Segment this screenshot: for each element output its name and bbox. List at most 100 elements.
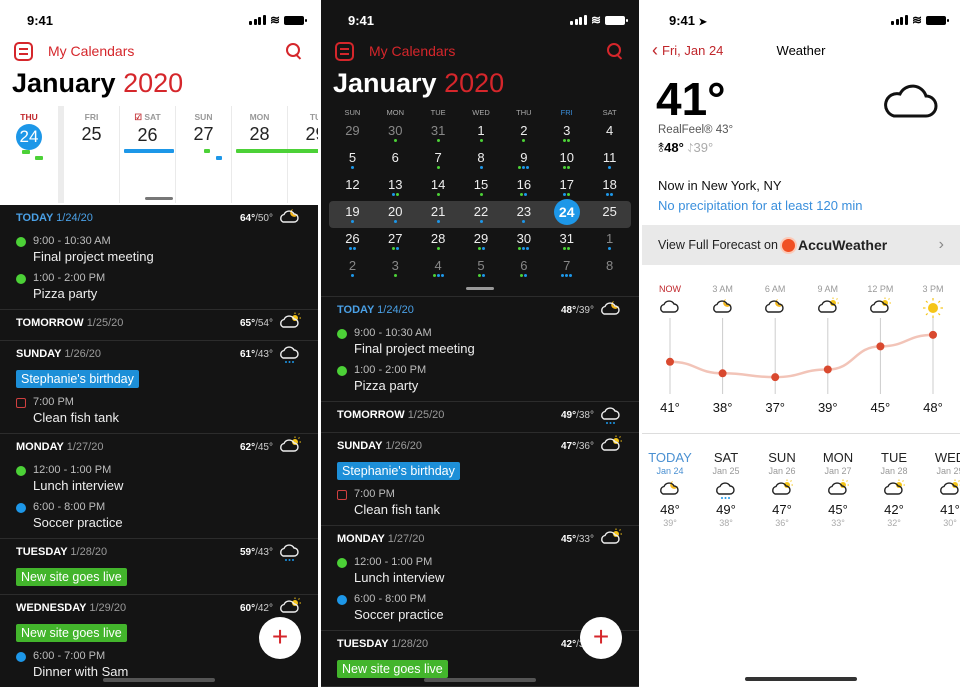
drag-handle[interactable]: [466, 287, 494, 290]
month-day-cell[interactable]: 5: [331, 149, 374, 176]
month-day-cell[interactable]: 1: [460, 122, 503, 149]
month-day-cell[interactable]: 4: [417, 257, 460, 284]
month-day-cell[interactable]: 8: [588, 257, 631, 284]
full-forecast-link[interactable]: View Full Forecast on AccuWeather ›: [642, 225, 960, 265]
all-day-event[interactable]: New site goes live: [16, 568, 127, 586]
month-day-cell[interactable]: 28: [417, 230, 460, 257]
week-day-fri[interactable]: FRI 25: [64, 106, 120, 203]
event-item[interactable]: 6:00 - 8:00 PM Soccer practice: [16, 501, 318, 530]
hourly-column[interactable]: 3 PM: [907, 284, 959, 318]
daily-column[interactable]: WEDJan 29 41°30°: [922, 450, 960, 528]
event-item[interactable]: 12:00 - 1:00 PM Lunch interview: [337, 556, 639, 585]
month-day-cell[interactable]: 3: [545, 122, 588, 149]
event-item[interactable]: 7:00 PM Clean fish tank: [16, 396, 318, 425]
event-bar[interactable]: [35, 156, 43, 160]
month-day-cell[interactable]: 24: [545, 199, 588, 230]
all-day-event[interactable]: New site goes live: [16, 624, 127, 642]
day-weather[interactable]: 65°/54°: [240, 312, 302, 334]
month-day-cell[interactable]: 23: [502, 203, 545, 230]
month-day-cell[interactable]: 21: [417, 203, 460, 230]
task-checkbox[interactable]: [16, 398, 26, 408]
month-day-cell[interactable]: 13: [374, 176, 417, 203]
event-bar[interactable]: [236, 149, 318, 153]
month-day-cell[interactable]: 8: [460, 149, 503, 176]
hourly-column[interactable]: 9 AM: [802, 284, 854, 315]
drag-handle[interactable]: [145, 197, 173, 200]
daily-column[interactable]: MON Jan 27 45° 33°: [810, 450, 866, 528]
event-item[interactable]: 12:00 - 1:00 PM Lunch interview: [16, 464, 318, 493]
all-day-event[interactable]: New site goes live: [337, 660, 448, 678]
add-event-button[interactable]: +: [259, 617, 301, 659]
month-day-cell[interactable]: 27: [374, 230, 417, 257]
month-day-cell[interactable]: 18: [588, 176, 631, 203]
search-icon[interactable]: [286, 43, 302, 59]
month-day-cell[interactable]: 25: [588, 203, 631, 230]
month-day-cell[interactable]: 29: [331, 122, 374, 149]
all-day-event[interactable]: Stephanie's birthday: [16, 370, 139, 388]
hourly-column[interactable]: 3 AM: [697, 284, 749, 315]
add-event-button[interactable]: +: [580, 617, 622, 659]
calendars-menu-icon[interactable]: [14, 41, 33, 61]
month-day-cell[interactable]: 10: [545, 149, 588, 176]
day-weather[interactable]: 45°/33°: [561, 528, 623, 550]
week-strip[interactable]: THU 24 FRI 25 ☑ SAT 26 SUN 27 MON 28 TU 29: [0, 106, 318, 203]
month-day-cell[interactable]: 15: [460, 176, 503, 203]
hourly-column[interactable]: 6 AM: [749, 284, 801, 315]
daily-column[interactable]: SAT Jan 25 49° 38°: [698, 450, 754, 528]
event-item[interactable]: 9:00 - 10:30 AM Final project meeting: [337, 327, 639, 356]
month-day-cell[interactable]: 3: [374, 257, 417, 284]
day-weather[interactable]: 61°/43°: [240, 343, 302, 365]
day-weather[interactable]: 59°/43°: [240, 541, 302, 563]
month-day-cell[interactable]: 6: [502, 257, 545, 284]
month-day-cell[interactable]: 12: [331, 176, 374, 203]
daily-column[interactable]: TUE Jan 28 42° 32°: [866, 450, 922, 528]
month-day-cell[interactable]: 31: [545, 230, 588, 257]
event-item[interactable]: 1:00 - 2:00 PM Pizza party: [16, 272, 318, 301]
event-item[interactable]: 1:00 - 2:00 PM Pizza party: [337, 364, 639, 393]
daily-column[interactable]: TODAY Jan 24 48° 39°: [642, 450, 698, 528]
month-day-cell[interactable]: 7: [417, 149, 460, 176]
event-bar[interactable]: [204, 149, 210, 153]
week-day-tu[interactable]: TU 29: [288, 106, 318, 203]
agenda-list[interactable]: TODAY 1/24/20 64°/50° 9:00 - 10:30 AM Final…: [0, 205, 318, 687]
day-weather[interactable]: 48°/39°: [561, 299, 623, 321]
daily-forecast[interactable]: TODAY Jan 24 48° 39° SAT Jan 25 49° 38° SUN Jan 2…: [642, 450, 960, 528]
month-day-cell[interactable]: 20: [374, 203, 417, 230]
month-day-cell[interactable]: 30: [374, 122, 417, 149]
day-weather[interactable]: 47°/36°: [561, 435, 623, 457]
hourly-forecast[interactable]: NOW 41° 3 AM 38° 6 AM 37° 9 AM 39° 12 PM 45° 3 PM 4…: [642, 276, 960, 426]
week-day-sat[interactable]: ☑ SAT 26: [120, 106, 176, 203]
month-day-cell[interactable]: 22: [460, 203, 503, 230]
event-item[interactable]: 7:00 PM Clean fish tank: [337, 488, 639, 517]
week-day-thu[interactable]: THU 24: [0, 106, 64, 203]
day-weather[interactable]: 64°/50°: [240, 207, 302, 229]
month-day-cell[interactable]: 9: [502, 149, 545, 176]
event-bar[interactable]: [22, 150, 30, 154]
month-day-cell[interactable]: 7: [545, 257, 588, 284]
hourly-column[interactable]: NOW: [644, 284, 696, 315]
task-checkbox[interactable]: [337, 490, 347, 500]
my-calendars-button[interactable]: My Calendars: [48, 43, 286, 59]
search-icon[interactable]: [607, 43, 623, 59]
all-day-event[interactable]: Stephanie's birthday: [337, 462, 460, 480]
day-weather[interactable]: 49°/38°: [561, 404, 623, 426]
month-day-cell[interactable]: 2: [502, 122, 545, 149]
month-day-cell[interactable]: 16: [502, 176, 545, 203]
day-weather[interactable]: 60°/42°: [240, 597, 302, 619]
month-day-cell[interactable]: 6: [374, 149, 417, 176]
day-weather[interactable]: 62°/45°: [240, 436, 302, 458]
month-day-cell[interactable]: 29: [460, 230, 503, 257]
calendars-menu-icon[interactable]: [335, 41, 354, 61]
week-day-mon[interactable]: MON 28: [232, 106, 288, 203]
month-day-cell[interactable]: 5: [460, 257, 503, 284]
back-button[interactable]: ‹ Fri, Jan 24: [652, 40, 723, 61]
month-day-cell[interactable]: 19: [331, 203, 374, 230]
month-day-cell[interactable]: 14: [417, 176, 460, 203]
hourly-column[interactable]: 12 PM: [854, 284, 906, 315]
daily-column[interactable]: SUN Jan 26 47° 36°: [754, 450, 810, 528]
month-day-cell[interactable]: 26: [331, 230, 374, 257]
month-grid[interactable]: SUN MON TUE WED THU FRI SAT 29 30 31 1 2 3 4 5 6 7 8 9 10 11…: [331, 108, 631, 284]
my-calendars-button[interactable]: My Calendars: [369, 43, 607, 59]
week-day-sun[interactable]: SUN 27: [176, 106, 232, 203]
month-day-cell[interactable]: 11: [588, 149, 631, 176]
